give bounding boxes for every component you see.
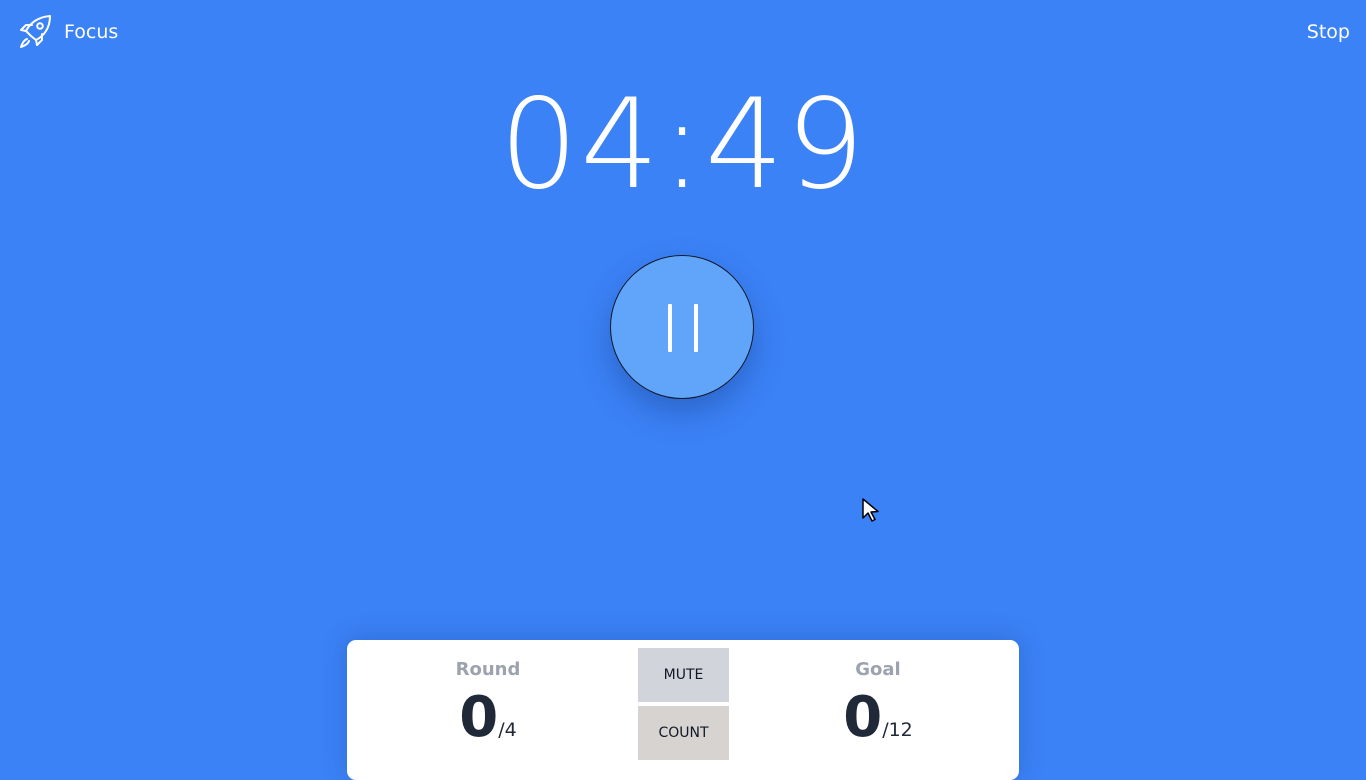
round-value-row: 0/4 <box>388 690 588 746</box>
stats-panel: Round 0/4 MUTE COUNT Goal 0/12 <box>347 640 1019 780</box>
pause-icon-bar-left <box>668 304 672 352</box>
mouse-cursor-icon <box>862 498 882 526</box>
pause-icon-bar-right <box>694 304 698 352</box>
brand-link[interactable]: Focus <box>17 14 118 50</box>
mute-button[interactable]: MUTE <box>638 648 729 702</box>
round-stat: Round 0/4 <box>388 658 588 746</box>
goal-total: /12 <box>882 719 913 741</box>
stop-button[interactable]: Stop <box>1307 18 1350 46</box>
goal-label: Goal <box>855 659 901 680</box>
goal-value: 0 <box>843 685 883 750</box>
goal-stat: Goal 0/12 <box>778 658 978 746</box>
top-bar: Focus Stop <box>0 0 1366 64</box>
round-total: /4 <box>498 719 517 741</box>
brand-label: Focus <box>64 21 119 43</box>
round-label: Round <box>455 659 521 680</box>
rocket-icon <box>17 14 53 50</box>
round-value: 0 <box>459 685 499 750</box>
timer-display: 04:49 <box>499 73 867 217</box>
pause-button[interactable] <box>610 255 754 399</box>
count-button[interactable]: COUNT <box>638 706 729 760</box>
goal-value-row: 0/12 <box>778 690 978 746</box>
